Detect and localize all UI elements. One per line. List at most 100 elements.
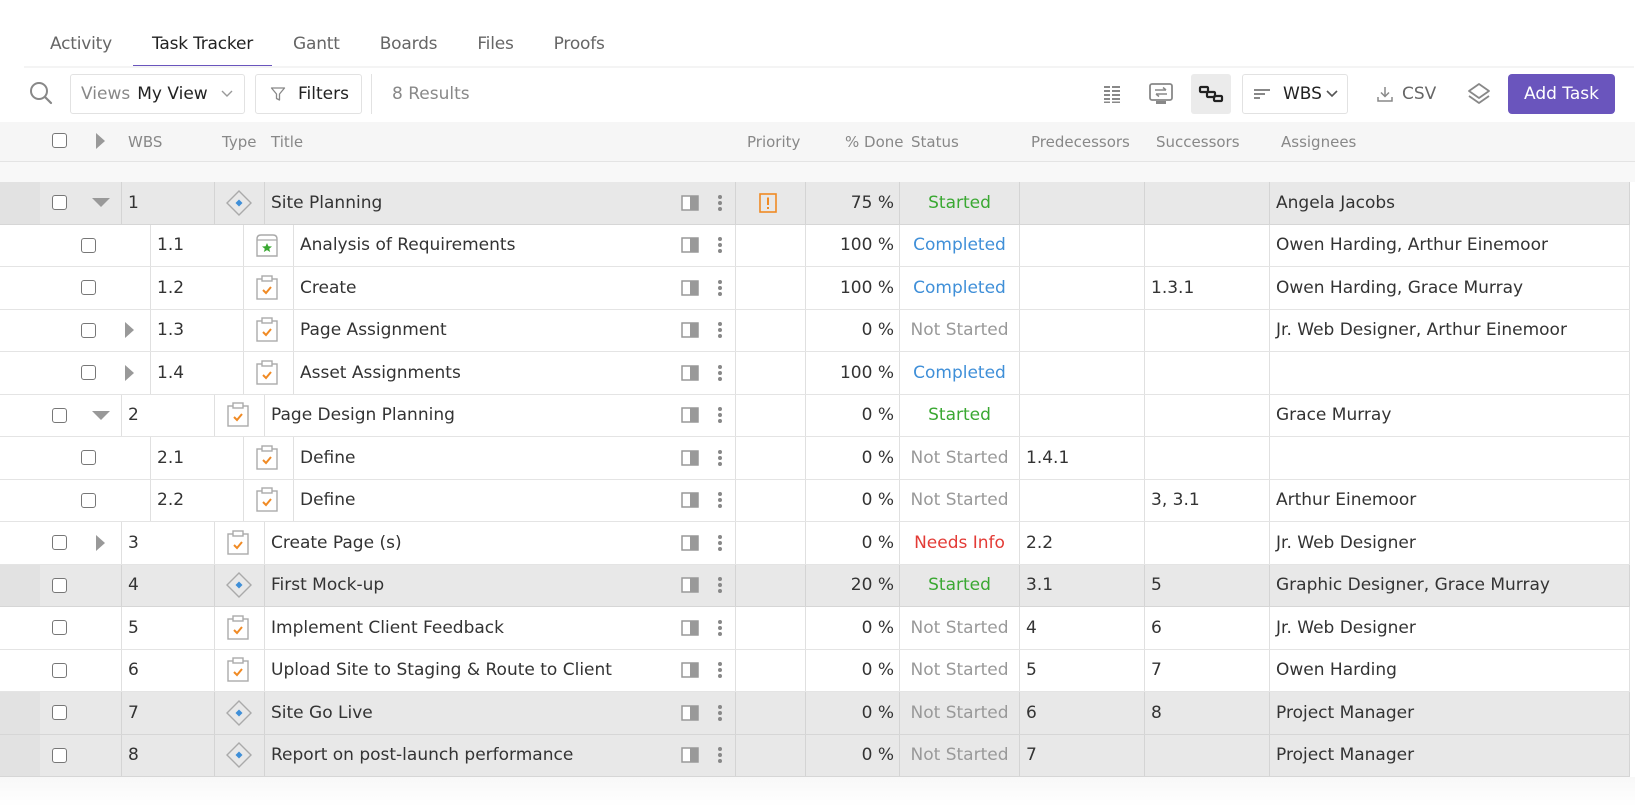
successors-cell[interactable]: 6 [1151,607,1162,649]
assignees-cell[interactable]: Angela Jacobs [1276,182,1395,224]
percent-done-cell[interactable]: 100 % [806,225,894,267]
assignees-cell[interactable]: Grace Murray [1276,395,1391,437]
predecessors-cell[interactable]: 2.2 [1026,522,1053,564]
status-badge[interactable]: Needs Info [900,522,1019,564]
row-checkbox[interactable] [52,565,67,607]
percent-done-cell[interactable]: 0 % [806,607,894,649]
row-checkbox[interactable] [52,650,67,692]
assignees-cell[interactable]: Graphic Designer, Grace Murray [1276,565,1550,607]
row-menu-button[interactable] [717,182,723,224]
row-checkbox[interactable] [81,437,96,479]
col-header-type[interactable]: Type [222,133,256,151]
row-menu-button[interactable] [717,437,723,479]
successors-cell[interactable]: 5 [1151,565,1162,607]
details-panel-button[interactable] [681,310,699,352]
search-button[interactable] [28,80,56,108]
table-row[interactable]: 5 Implement Client Feedback 0 % Not Started… [0,607,1630,650]
table-row[interactable]: 8 Report on post-launch performance 0 % Not… [0,734,1630,777]
successors-cell[interactable]: 7 [1151,650,1162,692]
details-panel-button[interactable] [681,480,699,522]
col-header-successors[interactable]: Successors [1156,133,1240,151]
table-row[interactable]: 1.2 Create 100 % Completed 1.3.1 Owen Harding… [0,267,1630,310]
status-badge[interactable]: Not Started [900,735,1019,777]
row-checkbox[interactable] [52,692,67,734]
percent-done-cell[interactable]: 0 % [806,692,894,734]
assignees-cell[interactable]: Owen Harding [1276,650,1397,692]
swap-view-button[interactable] [1141,74,1181,114]
expand-all-toggle[interactable] [96,133,105,149]
percent-done-cell[interactable]: 0 % [806,437,894,479]
expand-toggle[interactable] [125,310,134,352]
dependencies-view-button[interactable] [1191,74,1231,114]
collapse-toggle[interactable] [92,395,110,437]
table-row[interactable]: 1.1 Analysis of Requirements 100 % Complete… [0,224,1630,267]
row-menu-button[interactable] [717,480,723,522]
row-checkbox[interactable] [52,735,67,777]
successors-cell[interactable]: 1.3.1 [1151,267,1194,309]
title-cell[interactable]: Report on post-launch performance [271,735,573,777]
status-badge[interactable]: Started [900,182,1019,224]
table-row[interactable]: 2.2 Define 0 % Not Started 3, 3.1 Arthur Eine… [0,479,1630,522]
details-panel-button[interactable] [681,267,699,309]
csv-export-button[interactable]: CSV [1376,84,1436,104]
add-task-button[interactable]: Add Task [1508,74,1615,114]
percent-done-cell[interactable]: 0 % [806,650,894,692]
title-cell[interactable]: Page Assignment [300,310,447,352]
title-cell[interactable]: Define [300,480,356,522]
percent-done-cell[interactable]: 0 % [806,395,894,437]
table-row[interactable]: 1.3 Page Assignment 0 % Not Started Jr. Web … [0,309,1630,352]
row-menu-button[interactable] [717,607,723,649]
row-menu-button[interactable] [717,352,723,394]
tab-proofs[interactable]: Proofs [554,28,605,68]
col-header-wbs[interactable]: WBS [128,133,162,151]
details-panel-button[interactable] [681,565,699,607]
status-badge[interactable]: Started [900,395,1019,437]
assignees-cell[interactable]: Project Manager [1276,692,1414,734]
predecessors-cell[interactable]: 7 [1026,735,1037,777]
assignees-cell[interactable]: Jr. Web Designer [1276,607,1416,649]
table-row[interactable]: 2.1 Define 0 % Not Started 1.4.1 [0,437,1630,480]
row-menu-button[interactable] [717,395,723,437]
assignees-cell[interactable]: Jr. Web Designer [1276,522,1416,564]
details-panel-button[interactable] [681,735,699,777]
collapse-toggle[interactable] [92,182,110,224]
tab-boards[interactable]: Boards [380,28,438,68]
col-header-pct-done[interactable]: % Done [845,133,903,151]
row-checkbox[interactable] [81,352,96,394]
row-menu-button[interactable] [717,692,723,734]
title-cell[interactable]: Upload Site to Staging & Route to Client [271,650,612,692]
table-row[interactable]: 1 Site Planning 75 % Started Angela Jacobs [0,182,1630,225]
col-header-assignees[interactable]: Assignees [1281,133,1356,151]
col-header-status[interactable]: Status [911,133,959,151]
row-checkbox[interactable] [52,395,67,437]
title-cell[interactable]: Page Design Planning [271,395,455,437]
row-menu-button[interactable] [717,565,723,607]
details-panel-button[interactable] [681,650,699,692]
tab-gantt[interactable]: Gantt [293,28,340,68]
col-header-priority[interactable]: Priority [747,133,800,151]
predecessors-cell[interactable]: 1.4.1 [1026,437,1069,479]
successors-cell[interactable]: 8 [1151,692,1162,734]
details-panel-button[interactable] [681,522,699,564]
expand-toggle[interactable] [96,522,105,564]
details-panel-button[interactable] [681,692,699,734]
table-row[interactable]: 4 First Mock-up 20 % Started 3.1 5 Graphic Des… [0,564,1630,607]
assignees-cell[interactable]: Arthur Einemoor [1276,480,1416,522]
expand-toggle[interactable] [125,352,134,394]
title-cell[interactable]: Asset Assignments [300,352,461,394]
col-header-title[interactable]: Title [271,133,303,151]
row-menu-button[interactable] [717,522,723,564]
views-dropdown[interactable]: Views My View [70,74,245,114]
details-panel-button[interactable] [681,607,699,649]
title-cell[interactable]: Create Page (s) [271,522,402,564]
predecessors-cell[interactable]: 3.1 [1026,565,1053,607]
table-row[interactable]: 3 Create Page (s) 0 % Needs Info 2.2 Jr. Web … [0,522,1630,565]
percent-done-cell[interactable]: 0 % [806,480,894,522]
assignees-cell[interactable]: Jr. Web Designer, Arthur Einemoor [1276,310,1567,352]
row-checkbox[interactable] [52,607,67,649]
row-checkbox[interactable] [81,267,96,309]
table-row[interactable]: 2 Page Design Planning 0 % Started Grace Mur… [0,394,1630,437]
details-panel-button[interactable] [681,437,699,479]
percent-done-cell[interactable]: 75 % [806,182,894,224]
title-cell[interactable]: Site Planning [271,182,382,224]
